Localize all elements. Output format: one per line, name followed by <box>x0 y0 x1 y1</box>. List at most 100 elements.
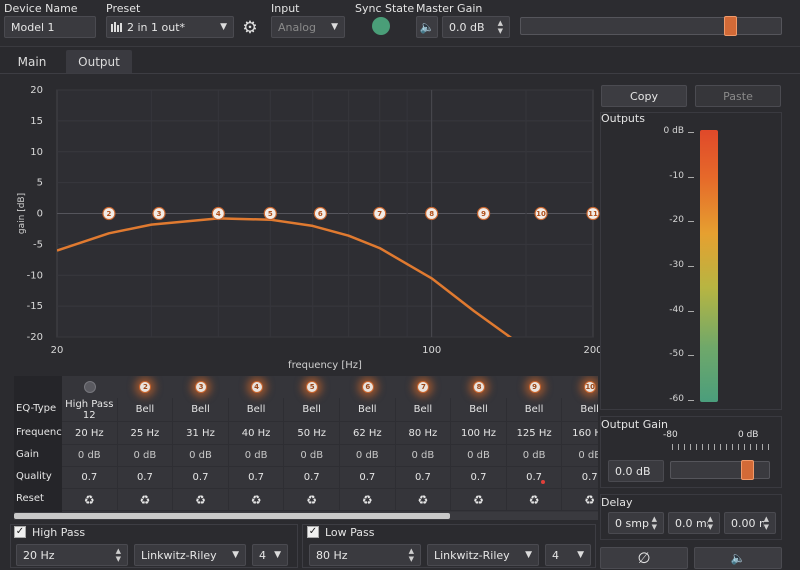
eq-gain-cell[interactable]: 0 dB <box>395 445 452 467</box>
tab-main[interactable]: Main <box>4 50 60 73</box>
recycle-icon[interactable]: ♻ <box>117 489 174 511</box>
eq-frequency-cell[interactable]: 100 Hz <box>451 422 507 445</box>
eq-quality-cell[interactable]: 0.7 <box>173 467 229 489</box>
eq-frequency-cell[interactable]: 50 Hz <box>284 422 340 445</box>
eq-quality-cell[interactable]: 0.7 <box>506 467 563 489</box>
output-gain-slider-handle[interactable] <box>741 460 754 480</box>
delay-samples-spinbox[interactable]: 0 smp ▲ ▼ <box>608 512 664 534</box>
eq-gain-cell[interactable]: 0 dB <box>562 445 598 467</box>
copy-button[interactable]: Copy <box>601 85 687 107</box>
eq-quality-cell[interactable]: 0.7 <box>451 467 507 489</box>
eq-type-cell[interactable]: Bell <box>340 398 396 422</box>
eq-gain-cell[interactable]: 0 dB <box>451 445 507 467</box>
master-mute-speaker-icon[interactable]: 🔈 <box>416 16 438 38</box>
low-pass-type-select[interactable]: Linkwitz-Riley ▼ <box>427 544 539 566</box>
band-badge-6[interactable]: 6 <box>361 381 374 393</box>
eq-type-cell[interactable]: High Pass 12 <box>62 398 118 422</box>
recycle-icon[interactable]: ♻ <box>340 489 396 511</box>
spin-arrows-icon[interactable]: ▲ ▼ <box>708 515 713 531</box>
band-badge-8[interactable]: 8 <box>473 381 485 393</box>
high-pass-checkbox[interactable]: ✓ <box>14 526 26 538</box>
eq-response-chart[interactable]: 20 15 10 5 0 -5 -10 -15 -20 20 100 200 frequency [Hz… <box>10 82 600 372</box>
eq-type-cell[interactable]: Bell <box>395 398 452 422</box>
eq-type-cell[interactable]: Bell <box>562 398 598 422</box>
eq-type-cell[interactable]: Bell <box>173 398 229 422</box>
spin-arrows-icon[interactable]: ▲ ▼ <box>498 19 503 35</box>
recycle-icon[interactable]: ♻ <box>173 489 229 511</box>
preset-settings-gear-icon[interactable]: ⚙ <box>240 18 260 38</box>
recycle-icon[interactable]: ♻ <box>228 489 285 511</box>
spin-arrows-icon[interactable]: ▲ ▼ <box>409 547 414 563</box>
eq-quality-cell[interactable]: 0.7 <box>340 467 396 489</box>
recycle-icon[interactable]: ♻ <box>284 489 340 511</box>
spin-arrows-icon[interactable]: ▲ ▼ <box>116 547 121 563</box>
recycle-icon[interactable]: ♻ <box>451 489 507 511</box>
master-gain-slider[interactable] <box>520 16 782 36</box>
band-toggle-disabled-icon[interactable] <box>83 381 96 393</box>
recycle-icon[interactable]: ♻ <box>506 489 563 511</box>
master-gain-slider-handle[interactable] <box>724 16 737 36</box>
band-marker-label: 11 <box>588 210 598 218</box>
eq-gain-cell[interactable]: 0 dB <box>117 445 174 467</box>
output-gain-slider[interactable] <box>670 460 770 480</box>
y-tick-label: 20 <box>30 85 43 96</box>
low-pass-checkbox[interactable]: ✓ <box>307 526 319 538</box>
eq-quality-cell[interactable]: 0.7 <box>62 467 118 489</box>
recycle-icon[interactable]: ♻ <box>562 489 598 511</box>
spin-arrows-icon[interactable]: ▲ ▼ <box>652 515 657 531</box>
speaker-icon: 🔈 <box>730 551 746 565</box>
eq-frequency-cell[interactable]: 31 Hz <box>173 422 229 445</box>
eq-quality-cell[interactable]: 0.7 <box>228 467 285 489</box>
band-badge-4[interactable]: 4 <box>250 381 263 393</box>
eq-type-cell[interactable]: Bell <box>117 398 174 422</box>
eq-frequency-cell[interactable]: 160 Hz <box>562 422 598 445</box>
eq-quality-cell[interactable]: 0.7 <box>117 467 174 489</box>
eq-gain-cell[interactable]: 0 dB <box>173 445 229 467</box>
paste-button[interactable]: Paste <box>695 85 781 107</box>
eq-frequency-cell[interactable]: 125 Hz <box>506 422 563 445</box>
eq-table-scrollbar-thumb[interactable] <box>14 513 450 519</box>
preset-select[interactable]: 2 in 1 out* ▼ <box>106 16 234 38</box>
eq-gain-cell[interactable]: 0 dB <box>228 445 285 467</box>
recycle-icon[interactable]: ♻ <box>62 489 118 511</box>
output-gain-scale-min: -80 <box>663 430 678 440</box>
high-pass-type-select[interactable]: Linkwitz-Riley ▼ <box>134 544 246 566</box>
low-pass-frequency-spinbox[interactable]: 80 Hz ▲ ▼ <box>309 544 421 566</box>
band-badge-3[interactable]: 3 <box>195 381 207 393</box>
eq-type-cell[interactable]: Bell <box>451 398 507 422</box>
eq-gain-cell[interactable]: 0 dB <box>340 445 396 467</box>
band-badge-9[interactable]: 9 <box>528 381 541 393</box>
meter-tick-label: -40 <box>669 304 684 315</box>
output-gain-value-field[interactable]: 0.0 dB <box>608 460 664 482</box>
eq-type-cell[interactable]: Bell <box>506 398 563 422</box>
high-pass-frequency-spinbox[interactable]: 20 Hz ▲ ▼ <box>16 544 128 566</box>
eq-type-cell[interactable]: Bell <box>284 398 340 422</box>
phase-invert-button[interactable]: ∅ <box>600 547 688 569</box>
tab-output[interactable]: Output <box>66 50 132 73</box>
mute-button[interactable]: 🔈 <box>694 547 782 569</box>
eq-frequency-cell[interactable]: 20 Hz <box>62 422 118 445</box>
eq-frequency-cell[interactable]: 80 Hz <box>395 422 452 445</box>
delay-ms-spinbox[interactable]: 0.0 ms ▲▼ <box>668 512 720 534</box>
low-pass-order-select[interactable]: 4 ▼ <box>545 544 591 566</box>
eq-gain-cell[interactable]: 0 dB <box>62 445 118 467</box>
high-pass-order-select[interactable]: 4 ▼ <box>252 544 288 566</box>
device-name-field[interactable]: Model 1 <box>4 16 96 38</box>
eq-gain-cell[interactable]: 0 dB <box>506 445 563 467</box>
meter-tick-mark <box>688 400 694 401</box>
spin-arrows-icon[interactable]: ▲ ▼ <box>764 515 769 531</box>
master-gain-spinbox[interactable]: 0.0 dB ▲ ▼ <box>442 16 510 38</box>
input-select[interactable]: Analog ▼ <box>271 16 345 38</box>
eq-gain-cell[interactable]: 0 dB <box>284 445 340 467</box>
eq-table-scrollbar[interactable] <box>14 512 598 520</box>
band-marker-label: 2 <box>107 210 112 218</box>
delay-meters-spinbox[interactable]: 0.00 m ▲▼ <box>724 512 776 534</box>
eq-quality-cell[interactable]: 0.7 <box>284 467 340 489</box>
eq-frequency-cell[interactable]: 62 Hz <box>340 422 396 445</box>
eq-frequency-cell[interactable]: 40 Hz <box>228 422 285 445</box>
eq-quality-cell[interactable]: 0.7 <box>562 467 598 489</box>
eq-frequency-cell[interactable]: 25 Hz <box>117 422 174 445</box>
eq-quality-cell[interactable]: 0.7 <box>395 467 452 489</box>
recycle-icon[interactable]: ♻ <box>395 489 452 511</box>
eq-type-cell[interactable]: Bell <box>228 398 285 422</box>
